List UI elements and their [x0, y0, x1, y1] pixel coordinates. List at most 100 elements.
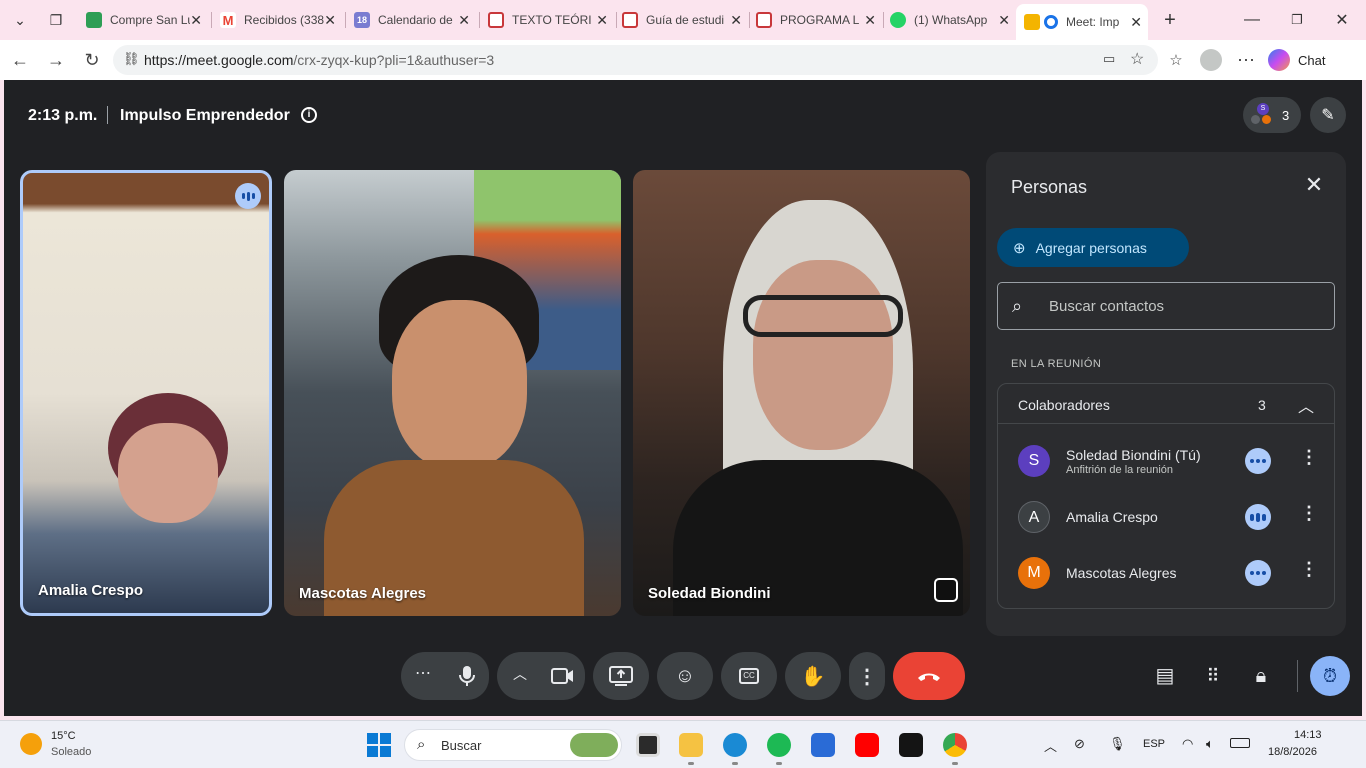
pdf-favicon-icon [756, 12, 772, 28]
participants-pill[interactable]: S 3 [1243, 97, 1301, 133]
raise-hand-button[interactable]: ✋ [785, 652, 841, 700]
browser-tab[interactable]: 18 Calendario de ✕ [346, 6, 476, 34]
microsoft-store-icon[interactable] [811, 733, 835, 757]
chat-icon[interactable]: ▤ [1153, 664, 1177, 688]
meet-favicon-icon [1024, 14, 1040, 30]
weather-condition[interactable]: Soleado [51, 746, 91, 758]
tab-close-icon[interactable]: ✕ [730, 12, 742, 29]
battery-icon[interactable] [1230, 738, 1250, 748]
address-bar[interactable]: ⛓ https://meet.google.com/crx-zyqx-kup?p… [113, 45, 1158, 75]
participant-row[interactable]: M Mascotas Alegres ⋮ [998, 545, 1334, 601]
browser-tab[interactable]: M Recibidos (338 ✕ [212, 6, 342, 34]
windows-start-icon[interactable] [367, 733, 391, 757]
host-controls-lock-icon[interactable]: 🔒︎ [1249, 664, 1273, 688]
task-view-icon[interactable] [636, 733, 660, 757]
more-options-icon[interactable]: ⋮ [1300, 503, 1318, 524]
file-explorer-icon[interactable] [679, 733, 703, 765]
activities-icon[interactable]: ⠿ [1201, 664, 1225, 688]
browser-tab[interactable]: TEXTO TEÓRIC ✕ [480, 6, 614, 34]
tab-close-icon[interactable]: ✕ [458, 12, 470, 29]
network-status-icon[interactable]: ⊘ [1074, 736, 1085, 752]
tab-close-icon[interactable]: ✕ [864, 12, 876, 29]
language-indicator[interactable]: ESP [1143, 738, 1165, 750]
tab-close-icon[interactable]: ✕ [998, 12, 1010, 29]
more-options-icon[interactable]: ⋮ [1300, 559, 1318, 580]
participant-row[interactable]: S Soledad Biondini (Tú) Anfitrión de la … [998, 433, 1334, 489]
controls-divider [1297, 660, 1298, 692]
spotify-icon[interactable] [767, 733, 791, 765]
netflix-icon[interactable] [899, 733, 923, 757]
title-divider [107, 106, 108, 124]
profile-avatar[interactable] [1200, 49, 1222, 71]
browser-tab[interactable]: Compre San Lu ✕ [78, 6, 208, 34]
site-info-icon[interactable]: ⛓ [123, 51, 140, 67]
clock-time[interactable]: 14:13 [1294, 729, 1322, 741]
add-people-button[interactable]: ⊕ Agregar personas [997, 228, 1189, 267]
effects-wand-icon[interactable]: ✎ [1310, 97, 1346, 133]
clock-date[interactable]: 18/8/2026 [1268, 746, 1317, 758]
camera-in-use-icon[interactable]: ▭ [1103, 51, 1115, 67]
window-close-icon[interactable]: ✕ [1322, 8, 1362, 32]
reactions-button[interactable]: ☺ [657, 652, 713, 700]
audio-level-icon [1245, 448, 1271, 474]
calendar-favicon-icon: 18 [354, 12, 370, 28]
video-tile[interactable]: Soledad Biondini [633, 170, 970, 616]
collaborators-header[interactable]: Colaboradores 3 ︿ [998, 384, 1334, 424]
video-tile[interactable]: Amalia Crespo [20, 170, 272, 616]
microphone-button[interactable] [445, 652, 489, 700]
reload-icon[interactable]: ↻ [80, 48, 104, 72]
volume-icon[interactable]: 🔈︎ [1206, 736, 1214, 752]
browser-tab[interactable]: (1) WhatsApp ✕ [882, 6, 1016, 34]
captions-button[interactable]: CC [721, 652, 777, 700]
chevron-up-icon[interactable]: ︿ [1044, 736, 1057, 755]
browser-tab-active[interactable]: Meet: Imp ✕ [1016, 4, 1148, 40]
wifi-icon[interactable]: ◠ [1182, 736, 1193, 752]
meeting-info-icon[interactable]: i [301, 107, 317, 123]
more-options-icon[interactable]: ⋮ [1300, 447, 1318, 468]
tab-close-icon[interactable]: ✕ [1130, 14, 1142, 31]
tab-close-icon[interactable]: ✕ [596, 12, 608, 29]
avatar: A [1018, 501, 1050, 533]
camera-button[interactable] [541, 652, 585, 700]
minimize-icon[interactable]: — [1232, 8, 1272, 32]
copilot-chat-button[interactable]: Chat [1268, 46, 1325, 74]
bookmark-star-icon[interactable]: ☆ [1130, 49, 1144, 69]
back-icon[interactable]: ← [8, 48, 32, 72]
address-url: https://meet.google.com/crx-zyqx-kup?pli… [144, 52, 495, 68]
tab-search-chevron-icon[interactable]: ⌄ [6, 6, 34, 34]
contacts-search-input[interactable]: ⌕ Buscar contactos [997, 282, 1335, 330]
mic-control-group: ⋯ [401, 652, 489, 700]
video-tile[interactable]: Mascotas Alegres [284, 170, 621, 616]
chevron-up-icon: ︿ [1298, 399, 1315, 416]
panel-close-icon[interactable]: ✕ [1302, 174, 1326, 198]
video-options-icon[interactable]: ︿ [513, 664, 527, 684]
audio-options-icon[interactable]: ⋯ [415, 663, 431, 683]
browser-tab[interactable]: PROGRAMA LI ✕ [748, 6, 882, 34]
microphone-icon[interactable]: 🎙︎ [1109, 736, 1126, 752]
leave-call-button[interactable] [893, 652, 965, 700]
restore-icon[interactable]: ❐ [1277, 8, 1317, 32]
tab-close-icon[interactable]: ✕ [324, 12, 336, 29]
browser-tab[interactable]: Guía de estudi ✕ [614, 6, 748, 34]
chrome-icon[interactable] [943, 733, 967, 765]
more-options-button[interactable]: ⋮ [849, 652, 885, 700]
sun-icon[interactable] [20, 733, 42, 755]
picture-in-picture-icon[interactable] [934, 578, 958, 602]
new-tab-icon[interactable]: + [1156, 6, 1184, 34]
weather-temperature[interactable]: 15°C [51, 730, 76, 742]
workspaces-icon[interactable]: ❐ [42, 6, 70, 34]
pdf-favicon-icon [488, 12, 504, 28]
add-person-icon: ⊕ [1013, 239, 1026, 257]
favorites-icon[interactable]: ☆ [1164, 48, 1188, 72]
forward-icon[interactable]: → [44, 48, 68, 72]
menu-icon[interactable]: ⋯ [1234, 48, 1258, 72]
tab-close-icon[interactable]: ✕ [190, 12, 202, 29]
edge-icon[interactable] [723, 733, 747, 765]
taskbar-search-input[interactable]: ⌕ Buscar [404, 729, 622, 761]
collaborators-group: Colaboradores 3 ︿ S Soledad Biondini (Tú… [997, 383, 1335, 609]
youtube-icon[interactable] [855, 733, 879, 757]
more-vert-icon: ⋮ [857, 665, 877, 688]
present-button[interactable] [593, 652, 649, 700]
alarm-clock-icon[interactable]: ⏰︎ [1310, 656, 1350, 696]
participant-row[interactable]: A Amalia Crespo ⋮ [998, 489, 1334, 545]
